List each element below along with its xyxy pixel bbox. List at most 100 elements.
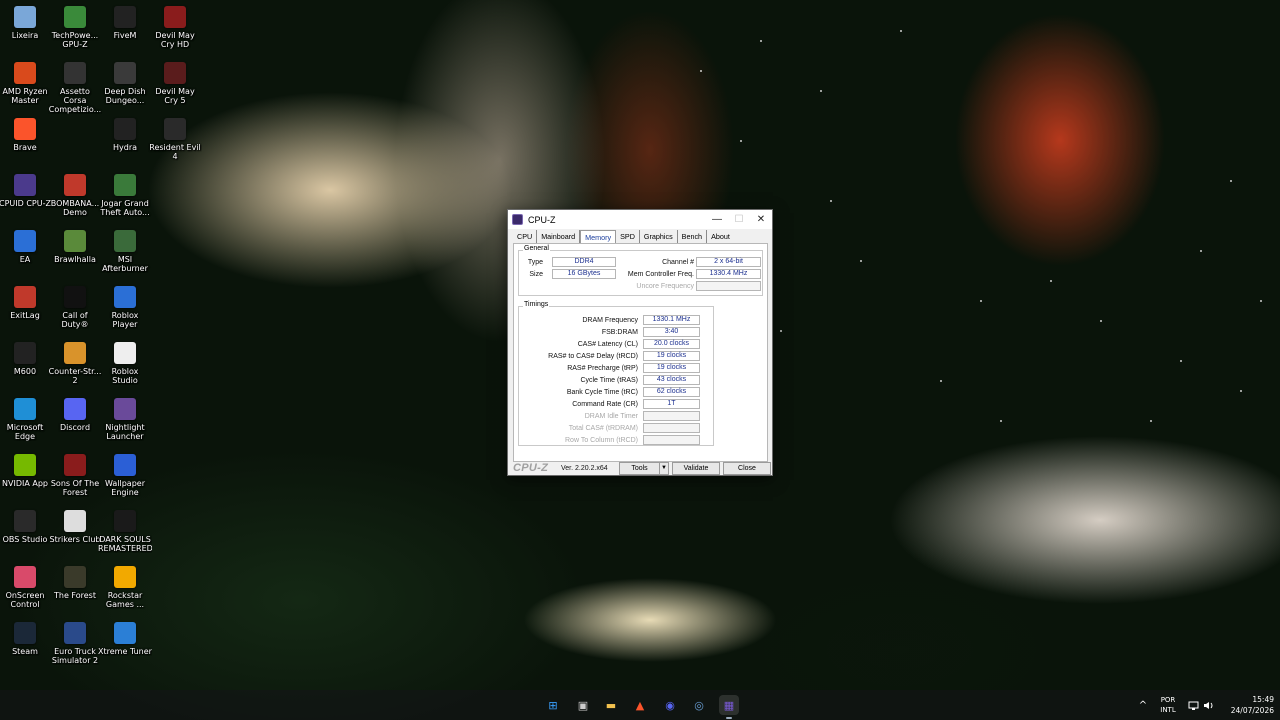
tab-about[interactable]: About xyxy=(707,230,734,244)
timing-value: 20.0 clocks xyxy=(643,339,700,349)
minimize-button[interactable]: — xyxy=(706,210,728,229)
discord-icon[interactable]: ◉ xyxy=(660,695,680,715)
star xyxy=(1100,320,1102,322)
desktop-icon[interactable]: Nightlight Launcher xyxy=(98,394,152,450)
desktop-icon[interactable]: Counter-Str... 2 xyxy=(48,338,102,394)
desktop-icon-label: Sons Of The Forest xyxy=(50,479,100,497)
tools-dropdown-arrow-icon[interactable]: ▼ xyxy=(659,462,669,475)
cpu-z-icon[interactable]: ▦ xyxy=(719,695,739,719)
desktop-icon[interactable]: Brawlhalla xyxy=(48,226,102,282)
star xyxy=(760,40,762,42)
desktop-icon[interactable]: M600 xyxy=(0,338,52,394)
steam-icon[interactable]: ◎ xyxy=(689,695,709,715)
star xyxy=(900,30,902,32)
desktop-icon[interactable]: Devil May Cry HD xyxy=(148,2,202,58)
task-view-icon[interactable]: ▣ xyxy=(573,695,593,715)
language-indicator[interactable]: POR INTL xyxy=(1157,690,1179,720)
desktop-icon[interactable]: Microsoft Edge xyxy=(0,394,52,450)
desktop-icon[interactable]: Hydra xyxy=(98,114,152,170)
desktop-icon[interactable]: Discord xyxy=(48,394,102,450)
desktop-icon[interactable]: TechPowe... GPU-Z xyxy=(48,2,102,58)
timing-value: 3:40 xyxy=(643,327,700,337)
desktop-icon[interactable]: ExitLag xyxy=(0,282,52,338)
brave-icon xyxy=(14,118,36,140)
desktop-icon[interactable]: Assetto Corsa Competizio... xyxy=(48,58,102,114)
desktop-icon-label: DARK SOULS REMASTERED xyxy=(98,535,152,553)
desktop-icon[interactable]: BOMBANA... Demo xyxy=(48,170,102,226)
tools-button[interactable]: Tools xyxy=(619,462,660,475)
file-explorer-icon[interactable]: ▬ xyxy=(601,695,621,715)
desktop-icon[interactable]: Jogar Grand Theft Auto... xyxy=(98,170,152,226)
close-button[interactable]: Close xyxy=(723,462,771,475)
validate-button[interactable]: Validate xyxy=(672,462,720,475)
hydra-icon xyxy=(114,118,136,140)
desktop-icon-label: Steam xyxy=(12,647,38,656)
desktop-icon[interactable]: Rockstar Games ... xyxy=(98,562,152,618)
star xyxy=(1000,420,1002,422)
desktop-icon-label: Resident Evil 4 xyxy=(149,143,201,161)
desktop-icon[interactable]: NVIDIA App xyxy=(0,450,52,506)
desktop-icon[interactable]: OnScreen Control xyxy=(0,562,52,618)
desktop-icon-label: Nightlight Launcher xyxy=(105,423,145,441)
windows-start-icon[interactable]: ⊞ xyxy=(543,695,563,715)
tab-spd[interactable]: SPD xyxy=(616,230,640,244)
desktop-icon[interactable]: Brave xyxy=(0,114,52,170)
show-hidden-icons-chevron-icon[interactable]: ^ xyxy=(1136,690,1150,720)
desktop-icon[interactable]: Euro Truck Simulator 2 xyxy=(48,618,102,674)
desktop-icon[interactable]: CPUID CPU-Z xyxy=(0,170,52,226)
desktop-icon[interactable]: DARK SOULS REMASTERED xyxy=(98,506,152,562)
desktop-icon-label: MSI Afterburner xyxy=(102,255,148,273)
star xyxy=(1150,420,1152,422)
tab-graphics[interactable]: Graphics xyxy=(640,230,678,244)
volume-icon[interactable] xyxy=(1202,690,1214,720)
network-icon[interactable] xyxy=(1187,690,1199,720)
clock[interactable]: 15:49 24/07/2026 xyxy=(1224,690,1274,720)
desktop-icon[interactable]: Lixeira xyxy=(0,2,52,58)
desktop-icon[interactable]: Call of Duty® xyxy=(48,282,102,338)
tab-cpu[interactable]: CPU xyxy=(513,230,538,244)
timing-value: 19 clocks xyxy=(643,351,700,361)
version-text: Ver. 2.20.2.x64 xyxy=(561,465,608,472)
desktop-icon[interactable]: MSI Afterburner xyxy=(98,226,152,282)
timing-label: DRAM Frequency xyxy=(582,317,638,324)
devil-may-cry-icon xyxy=(164,6,186,28)
desktop-icon-label: Devil May Cry HD xyxy=(155,31,195,49)
desktop-icon[interactable]: Wallpaper Engine xyxy=(98,450,152,506)
desktop-icon[interactable]: Roblox Studio xyxy=(98,338,152,394)
desktop-icon[interactable]: AMD Ryzen Master xyxy=(0,58,52,114)
desktop-icon[interactable]: Xtreme Tuner xyxy=(98,618,152,674)
desktop-icon[interactable]: Resident Evil 4 xyxy=(148,114,202,170)
tab-mainboard[interactable]: Mainboard xyxy=(537,230,581,244)
desktop-icon[interactable]: Devil May Cry 5 xyxy=(148,58,202,114)
devil-may-cry-5-icon xyxy=(164,62,186,84)
desktop-icon[interactable]: Strikers Club xyxy=(48,506,102,562)
desktop-icon[interactable]: The Forest xyxy=(48,562,102,618)
close-window-button[interactable]: ✕ xyxy=(750,210,772,229)
tab-bar: CPU Mainboard Memory SPD Graphics Bench … xyxy=(513,230,734,244)
tab-memory[interactable]: Memory xyxy=(580,230,617,244)
title-bar[interactable]: CPU-Z — ☐ ✕ xyxy=(508,210,772,229)
desktop-icon[interactable]: Steam xyxy=(0,618,52,674)
timing-label: FSB:DRAM xyxy=(601,329,638,336)
star xyxy=(860,260,862,262)
the-forest-icon xyxy=(64,566,86,588)
timing-label: Cycle Time (tRAS) xyxy=(580,377,638,384)
desktop-icon[interactable]: OBS Studio xyxy=(0,506,52,562)
mem-controller-freq-label: Mem Controller Freq. xyxy=(627,271,694,278)
timing-value xyxy=(643,423,700,433)
desktop-icon[interactable]: Roblox Player xyxy=(98,282,152,338)
desktop-icon[interactable]: Deep Dish Dungeo... xyxy=(98,58,152,114)
brave-icon[interactable]: ▲ xyxy=(630,695,650,715)
onscreen-control-icon xyxy=(14,566,36,588)
cpu-z-brand-logo: CPU-Z xyxy=(513,462,549,474)
tab-bench[interactable]: Bench xyxy=(678,230,708,244)
desktop-icon[interactable]: FiveM xyxy=(98,2,152,58)
star xyxy=(1230,180,1232,182)
desktop-icon[interactable]: EA xyxy=(0,226,52,282)
timing-label: DRAM Idle Timer xyxy=(584,413,638,420)
star xyxy=(1180,360,1182,362)
desktop-icon-label: NVIDIA App xyxy=(2,479,48,488)
cpu-z-window[interactable]: CPU-Z — ☐ ✕ CPU Mainboard Memory SPD Gra… xyxy=(507,209,773,476)
exitlag-icon xyxy=(14,286,36,308)
desktop-icon[interactable]: Sons Of The Forest xyxy=(48,450,102,506)
